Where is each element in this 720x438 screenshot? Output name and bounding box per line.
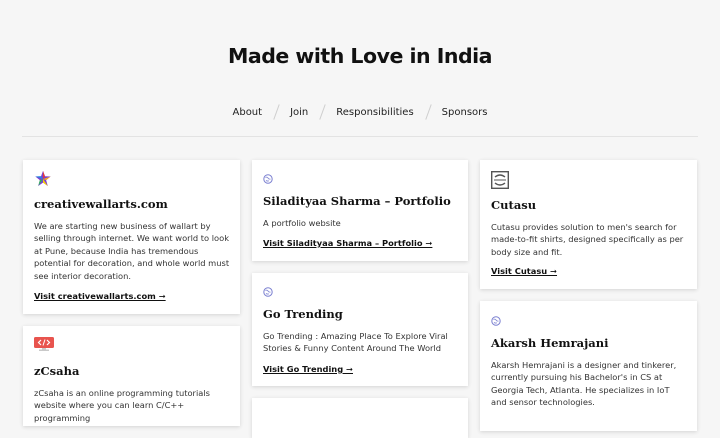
globe-icon: [491, 316, 501, 326]
card-description: Cutasu provides solution to men's search…: [491, 222, 684, 257]
card-description: zCsaha is an online programming tutorial…: [34, 388, 210, 423]
nav-sponsors[interactable]: Sponsors: [442, 107, 488, 118]
card-title[interactable]: zCsaha: [34, 364, 232, 378]
card-description: Akarsh Hemrajani is a designer and tinke…: [491, 360, 677, 408]
visit-link[interactable]: Visit Cutasu ➞: [491, 266, 557, 276]
card-title[interactable]: creativewallarts.com: [34, 197, 232, 211]
nav-divider: [319, 104, 326, 120]
visit-link[interactable]: Visit Go Trending ➞: [263, 364, 353, 374]
card-description: A portfolio website: [263, 218, 341, 228]
main-nav: About Join Responsibilities Sponsors: [0, 104, 720, 120]
cutasu-logo-icon: [491, 171, 509, 189]
nav-about[interactable]: About: [233, 107, 263, 118]
nav-divider: [273, 104, 280, 120]
header-divider: [22, 136, 698, 137]
globe-icon: [263, 174, 273, 184]
card-description: Go Trending : Amazing Place To Explore V…: [263, 331, 448, 354]
code-icon: [34, 337, 54, 351]
site-card-zcsaha: zCsaha zCsaha is an online programming t…: [23, 326, 240, 426]
card-title[interactable]: Go Trending: [263, 307, 460, 321]
card-description: We are starting new business of wallart …: [34, 221, 230, 281]
card-title[interactable]: Siladityaa Sharma – Portfolio: [263, 194, 460, 208]
card-title[interactable]: Akarsh Hemrajani: [491, 336, 689, 350]
site-card-cutasu: Cutasu Cutasu provides solution to men's…: [480, 160, 697, 289]
nav-join[interactable]: Join: [290, 107, 308, 118]
site-card-siladityaa: Siladityaa Sharma – Portfolio A portfoli…: [252, 160, 468, 261]
site-card-creativewallarts: creativewallarts.com We are starting new…: [23, 160, 240, 314]
site-card-go-trending: Go Trending Go Trending : Amazing Place …: [252, 273, 468, 386]
globe-icon: [263, 287, 273, 297]
colorful-star-icon: [35, 170, 51, 187]
site-title[interactable]: Made with Love in India: [0, 44, 720, 68]
nav-divider: [424, 104, 432, 120]
visit-link[interactable]: Visit creativewallarts.com ➞: [34, 291, 166, 301]
nav-responsibilities[interactable]: Responsibilities: [336, 107, 413, 118]
visit-link[interactable]: Visit Siladityaa Sharma – Portfolio ➞: [263, 238, 432, 248]
site-card-akarsh: Akarsh Hemrajani Akarsh Hemrajani is a d…: [480, 301, 697, 431]
site-card-partial: [252, 398, 468, 438]
card-title[interactable]: Cutasu: [491, 198, 689, 212]
